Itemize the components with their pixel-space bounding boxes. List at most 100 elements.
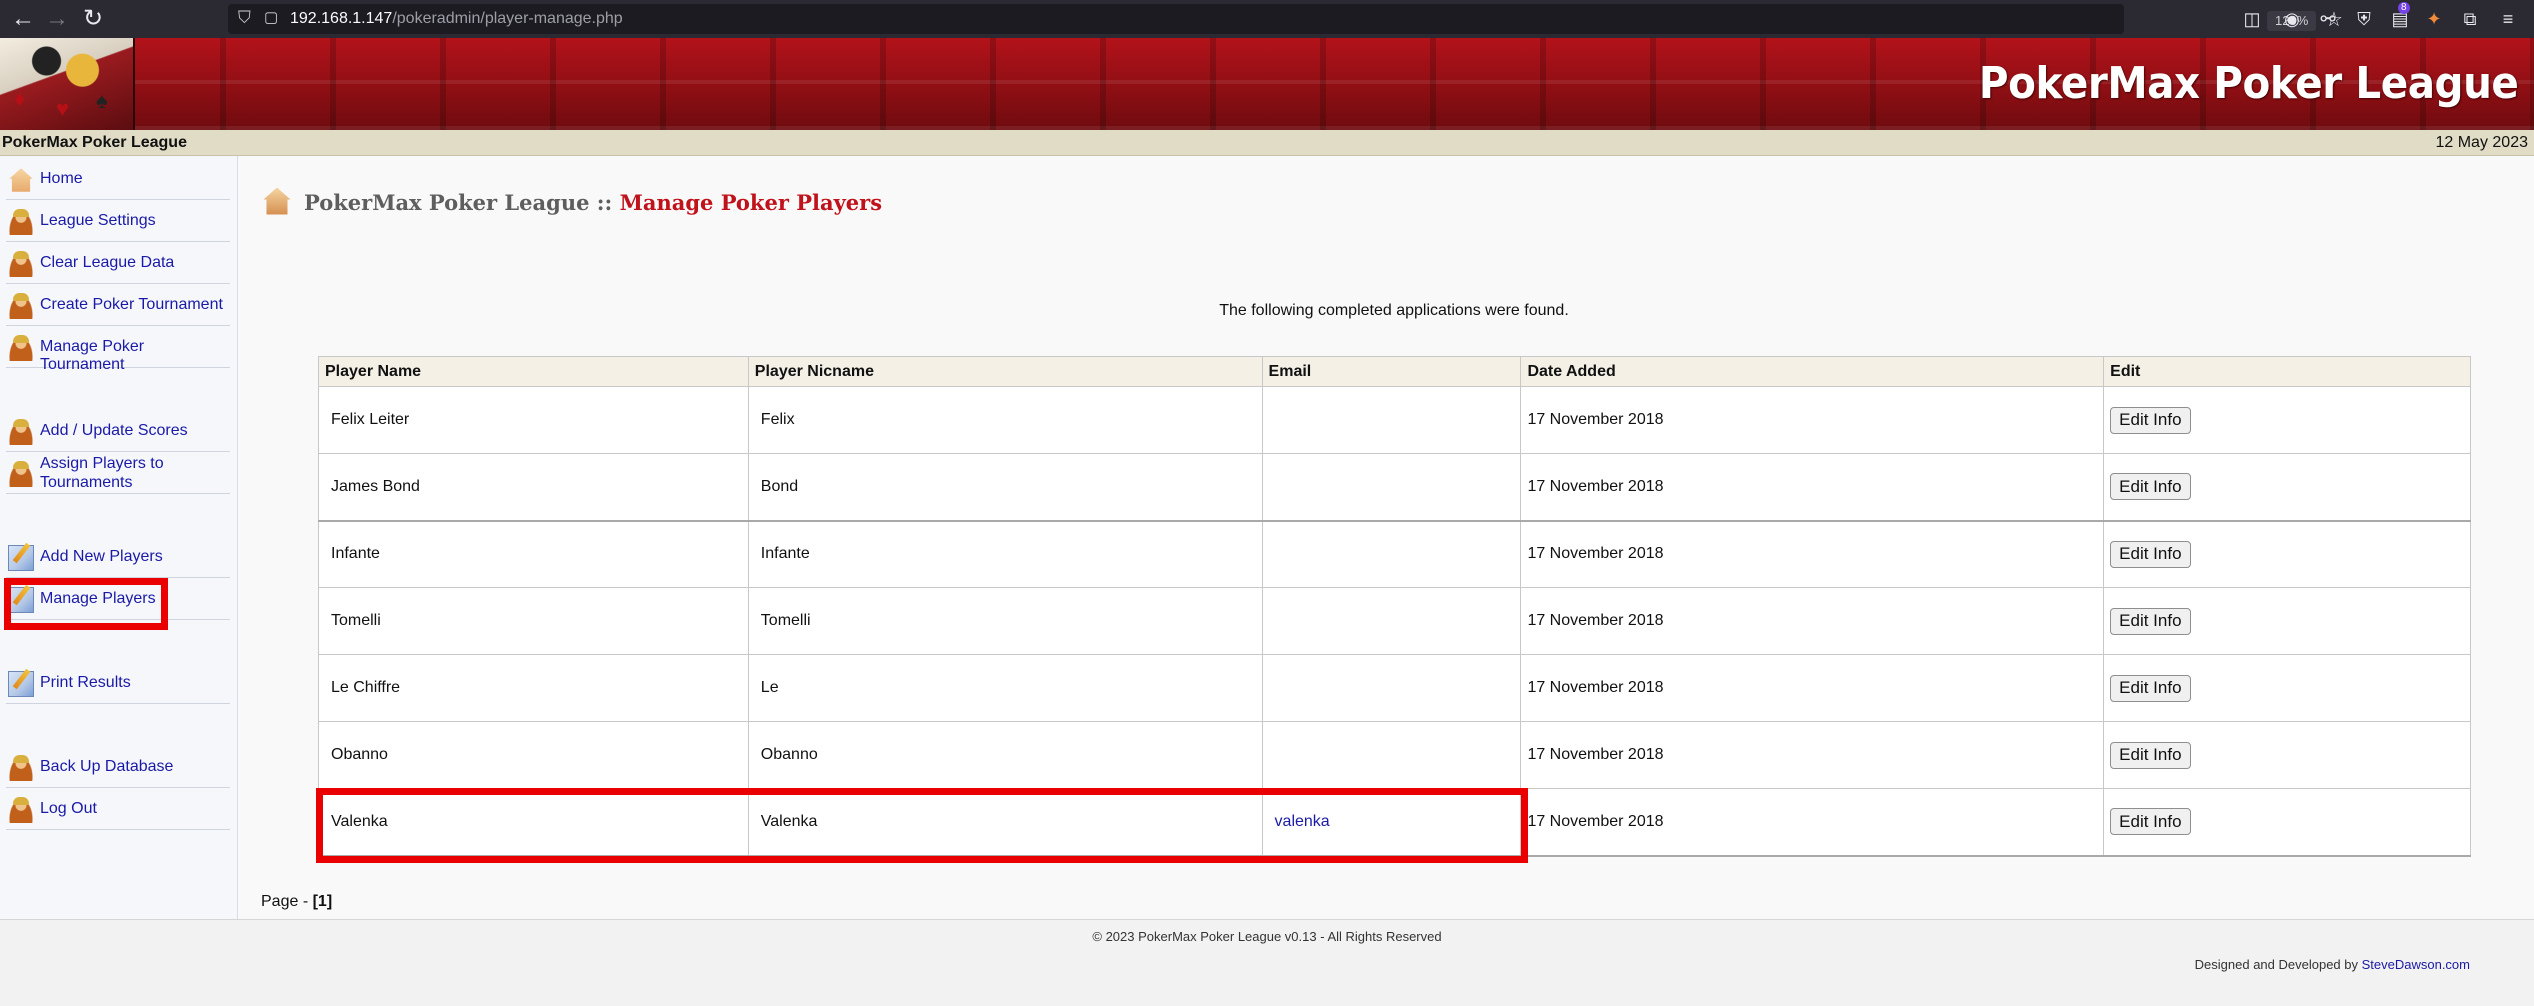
shield-extension-icon[interactable]: ⛨: [2352, 7, 2376, 31]
person-icon: [8, 797, 34, 823]
edit-cell: Edit Info: [2103, 519, 2471, 588]
edit-info-button[interactable]: Edit Info: [2110, 808, 2191, 836]
url-host: 192.168.1.147: [290, 10, 393, 27]
person-icon: [8, 419, 34, 445]
forward-arrow-icon[interactable]: →: [42, 4, 72, 34]
column-header-player-name: Player Name: [318, 356, 749, 387]
current-date: 12 May 2023: [2435, 134, 2528, 151]
edit-cell: Edit Info: [2103, 386, 2471, 454]
person-icon: [8, 209, 34, 235]
sidebar-item-update-scores[interactable]: Add / Update Scores: [6, 410, 230, 452]
player-nick-cell: Infante: [747, 519, 1263, 588]
copyright-text: © 2023 PokerMax Poker League v0.13 - All…: [1092, 929, 1442, 944]
sidebar-item-label[interactable]: League Settings: [40, 212, 156, 230]
date-added-cell: 17 November 2018: [1520, 721, 2105, 789]
edit-info-button[interactable]: Edit Info: [2110, 540, 2191, 568]
site-name: PokerMax Poker League: [2, 134, 187, 151]
person-icon: [8, 755, 34, 781]
extension-badge: 8: [2398, 2, 2410, 14]
sidebar-item-label[interactable]: Manage Poker Tournament: [40, 338, 230, 374]
sidebar-item-manage-tournament[interactable]: Manage Poker Tournament: [6, 326, 230, 373]
column-header-player-nicname: Player Nicname: [747, 356, 1263, 387]
site-banner: ♦ ♥ ♠ PokerMax Poker League: [0, 38, 2534, 130]
player-name-cell: Infante: [318, 519, 749, 588]
edit-cell: Edit Info: [2103, 654, 2471, 722]
table-row: Felix Leiter Felix 17 November 2018 Edit…: [318, 386, 2471, 454]
sidebar-item-home[interactable]: Home: [6, 158, 230, 200]
pager-label: Page -: [261, 893, 313, 910]
sidebar-item-log-out[interactable]: Log Out: [6, 788, 230, 830]
sidebar-item-league-settings[interactable]: League Settings: [6, 200, 230, 242]
url-text[interactable]: 192.168.1.147/pokeradmin/player-manage.p…: [290, 10, 623, 28]
sidebar-item-label[interactable]: Back Up Database: [40, 758, 173, 776]
player-email-cell: [1261, 721, 1522, 789]
person-icon: [8, 251, 34, 277]
sidebar-item-label[interactable]: Clear League Data: [40, 254, 174, 272]
edit-info-button[interactable]: Edit Info: [2110, 674, 2191, 702]
sidebar-item-clear-league-data[interactable]: Clear League Data: [6, 242, 230, 284]
player-email-cell: [1261, 519, 1522, 588]
person-icon: [8, 335, 34, 361]
page-info-icon[interactable]: ▢: [264, 8, 284, 30]
menu-icon[interactable]: ≡: [2496, 7, 2520, 31]
edit-pencil-icon: [8, 545, 34, 571]
player-nick-cell: Tomelli: [747, 587, 1263, 655]
table-row: Obanno Obanno 17 November 2018 Edit Info: [318, 721, 2471, 789]
extension-circle-icon[interactable]: ◉: [2280, 7, 2304, 31]
player-email-cell: [1261, 386, 1522, 454]
footer: © 2023 PokerMax Poker League v0.13 - All…: [0, 919, 2534, 1006]
player-name-cell: Obanno: [318, 721, 749, 789]
highlight-manage-players: [4, 578, 168, 630]
player-email-cell: [1261, 453, 1522, 521]
date-added-cell: 17 November 2018: [1520, 519, 2105, 588]
highlight-valenka-row: [316, 788, 1528, 863]
players-table: Player Name Player Nicname Email Date Ad…: [318, 356, 2471, 857]
glasses-icon[interactable]: ⚯: [2316, 7, 2340, 31]
reload-icon[interactable]: ↻: [78, 4, 108, 34]
column-header-edit: Edit: [2103, 356, 2471, 387]
address-bar[interactable]: ⛉ ▢ 192.168.1.147/pokeradmin/player-mana…: [228, 4, 2343, 34]
pocket-icon[interactable]: ◫: [2240, 7, 2264, 31]
edit-info-button[interactable]: Edit Info: [2110, 406, 2191, 434]
pagination: Page - [1]: [261, 893, 332, 911]
sidebar-item-label[interactable]: Print Results: [40, 674, 131, 692]
edit-cell: Edit Info: [2103, 721, 2471, 789]
table-row: James Bond Bond 17 November 2018 Edit In…: [318, 453, 2471, 521]
player-nick-cell: Bond: [747, 453, 1263, 521]
sidebar-item-label[interactable]: Add / Update Scores: [40, 422, 188, 440]
player-nick-cell: Felix: [747, 386, 1263, 454]
sidebar-item-label[interactable]: Home: [40, 170, 83, 188]
player-name-cell: Felix Leiter: [318, 386, 749, 454]
house-icon: [9, 168, 33, 192]
edit-info-button[interactable]: Edit Info: [2110, 473, 2191, 501]
sidebar-item-label[interactable]: Log Out: [40, 800, 97, 818]
sidebar-item-label[interactable]: Assign Players to Tournaments: [40, 454, 190, 492]
banner-title: PokerMax Poker League: [1978, 58, 2518, 109]
sidebar-nav: Home League Settings Clear League Data C…: [0, 156, 238, 919]
url-path: /pokeradmin/player-manage.php: [392, 10, 623, 27]
table-header-row: Player Name Player Nicname Email Date Ad…: [318, 356, 2471, 387]
column-header-email: Email: [1261, 356, 1522, 387]
back-arrow-icon[interactable]: ←: [8, 4, 38, 34]
page-title-league: PokerMax Poker League: [304, 190, 590, 215]
sidebar-item-print-results[interactable]: Print Results: [6, 662, 230, 704]
date-added-cell: 17 November 2018: [1520, 587, 2105, 655]
sidebar-item-label[interactable]: Add New Players: [40, 548, 163, 566]
fox-extension-icon[interactable]: ✦: [2422, 7, 2446, 31]
info-bar: PokerMax Poker League 12 May 2023: [0, 130, 2534, 156]
sidebar-item-add-new-players[interactable]: Add New Players: [6, 536, 230, 578]
cards-chips-logo: ♦ ♥ ♠: [0, 38, 135, 130]
sidebar-item-assign-players[interactable]: Assign Players to Tournaments: [6, 452, 230, 494]
extensions-puzzle-icon[interactable]: ⧉: [2458, 7, 2482, 31]
page-title-separator: ::: [589, 190, 620, 215]
sidebar-item-backup-database[interactable]: Back Up Database: [6, 746, 230, 788]
shield-icon[interactable]: ⛉: [238, 8, 258, 30]
edit-cell: Edit Info: [2103, 453, 2471, 521]
home-icon: [263, 187, 291, 215]
edit-info-button[interactable]: Edit Info: [2110, 607, 2191, 635]
table-row: Tomelli Tomelli 17 November 2018 Edit In…: [318, 587, 2471, 655]
date-added-cell: 17 November 2018: [1520, 453, 2105, 521]
developer-link[interactable]: SteveDawson.com: [2362, 957, 2470, 972]
pager-current-page[interactable]: [1]: [313, 893, 333, 910]
edit-info-button[interactable]: Edit Info: [2110, 741, 2191, 769]
